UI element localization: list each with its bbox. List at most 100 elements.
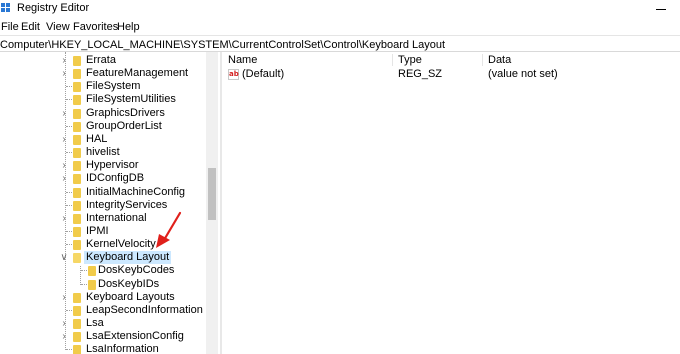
tree-item[interactable]: FileSystem bbox=[0, 80, 206, 93]
tree-item-label[interactable]: InitialMachineConfig bbox=[86, 186, 185, 199]
folder-icon bbox=[73, 82, 81, 93]
string-value-icon: ab bbox=[228, 69, 239, 80]
tree-item-label[interactable]: LsaExtensionConfig bbox=[86, 330, 184, 343]
tree-item-label[interactable]: FeatureManagement bbox=[86, 67, 188, 80]
column-header-type[interactable]: Type bbox=[398, 54, 422, 66]
address-path[interactable]: Computer\HKEY_LOCAL_MACHINE\SYSTEM\Curre… bbox=[0, 39, 445, 51]
tree-item[interactable]: LeapSecondInformation bbox=[0, 304, 206, 317]
tree-item-label[interactable]: Keyboard Layouts bbox=[86, 291, 175, 304]
menu-favorites[interactable]: Favorites bbox=[73, 21, 118, 33]
tree-item[interactable]: › Keyboard Layouts bbox=[0, 291, 206, 304]
tree-guide-line bbox=[81, 283, 87, 285]
tree-item-label[interactable]: IPMI bbox=[86, 225, 109, 238]
folder-icon bbox=[73, 213, 81, 224]
tree-item-label[interactable]: Errata bbox=[86, 54, 116, 67]
folder-icon bbox=[73, 148, 81, 159]
value-row[interactable]: ab (Default) REG_SZ (value not set) bbox=[222, 68, 680, 81]
chevron-right-icon[interactable]: › bbox=[59, 159, 69, 172]
tree-item-label[interactable]: Keyboard Layout bbox=[84, 251, 172, 265]
column-header-name[interactable]: Name bbox=[228, 54, 257, 66]
folder-icon bbox=[88, 266, 96, 277]
tree-guide-line bbox=[66, 230, 72, 232]
tree-item-label[interactable]: LsaInformation bbox=[86, 343, 159, 354]
tree-item-label[interactable]: hivelist bbox=[86, 146, 120, 159]
tree-guide-line bbox=[81, 270, 87, 272]
tree-guide-line bbox=[66, 349, 72, 351]
tree-item[interactable]: › Hypervisor bbox=[0, 159, 206, 172]
folder-icon bbox=[73, 95, 81, 106]
minimize-button[interactable] bbox=[656, 9, 666, 10]
window-title: Registry Editor bbox=[17, 2, 90, 14]
menu-bar: File Edit View Favorites Help bbox=[0, 18, 680, 35]
tree-scrollbar[interactable] bbox=[206, 52, 218, 354]
column-divider[interactable] bbox=[482, 54, 483, 66]
tree-item[interactable]: ∨ Keyboard Layout bbox=[0, 251, 206, 265]
tree-item-label[interactable]: KernelVelocity bbox=[86, 238, 156, 251]
tree-item-label[interactable]: Hypervisor bbox=[86, 159, 139, 172]
tree-guide-line bbox=[66, 86, 72, 88]
menu-file[interactable]: File bbox=[1, 21, 19, 33]
folder-icon bbox=[73, 240, 81, 251]
menu-edit[interactable]: Edit bbox=[21, 21, 40, 33]
value-data: (value not set) bbox=[488, 68, 558, 80]
value-type: REG_SZ bbox=[398, 68, 443, 80]
tree-item[interactable]: FileSystemUtilities bbox=[0, 93, 206, 106]
chevron-right-icon[interactable]: › bbox=[59, 67, 69, 80]
tree-item[interactable]: DosKeybIDs bbox=[0, 278, 206, 291]
tree-item[interactable]: hivelist bbox=[0, 146, 206, 159]
tree-item[interactable]: LsaInformation bbox=[0, 343, 206, 354]
address-bar[interactable]: Computer\HKEY_LOCAL_MACHINE\SYSTEM\Curre… bbox=[0, 35, 680, 52]
chevron-right-icon[interactable]: › bbox=[59, 212, 69, 225]
tree-item-label[interactable]: Lsa bbox=[86, 317, 104, 330]
tree-item-label[interactable]: DosKeybIDs bbox=[98, 278, 159, 291]
tree-guide-line bbox=[66, 99, 72, 101]
chevron-right-icon[interactable]: › bbox=[59, 291, 69, 304]
tree-item-label[interactable]: FileSystemUtilities bbox=[86, 93, 176, 106]
tree-item[interactable]: GroupOrderList bbox=[0, 120, 206, 133]
annotation-arrow-icon bbox=[156, 211, 182, 248]
tree-item[interactable]: DosKeybCodes bbox=[0, 264, 206, 277]
folder-icon bbox=[73, 187, 81, 198]
chevron-right-icon[interactable]: › bbox=[59, 107, 69, 120]
column-header-data[interactable]: Data bbox=[488, 54, 511, 66]
tree-item[interactable]: InitialMachineConfig bbox=[0, 186, 206, 199]
chevron-right-icon[interactable]: › bbox=[59, 133, 69, 146]
tree-guide-line bbox=[66, 191, 72, 193]
chevron-right-icon[interactable]: › bbox=[59, 172, 69, 185]
folder-icon bbox=[73, 134, 81, 145]
tree-item-label[interactable]: IDConfigDB bbox=[86, 172, 144, 185]
folder-icon bbox=[73, 253, 81, 264]
tree-item-label[interactable]: GraphicsDrivers bbox=[86, 107, 165, 120]
registry-editor-icon bbox=[1, 3, 12, 14]
menu-view[interactable]: View bbox=[46, 21, 70, 33]
folder-icon bbox=[73, 345, 81, 354]
tree-guide-line bbox=[66, 125, 72, 127]
scrollbar-thumb[interactable] bbox=[208, 168, 216, 220]
registry-key-tree[interactable]: › Errata › FeatureManagement FileSystem FileS… bbox=[0, 52, 206, 354]
tree-item-label[interactable]: HAL bbox=[86, 133, 107, 146]
tree-item-label[interactable]: GroupOrderList bbox=[86, 120, 162, 133]
tree-item[interactable]: › HAL bbox=[0, 133, 206, 146]
folder-icon bbox=[73, 69, 81, 80]
tree-item[interactable]: › LsaExtensionConfig bbox=[0, 330, 206, 343]
tree-item[interactable]: › FeatureManagement bbox=[0, 67, 206, 80]
menu-help[interactable]: Help bbox=[117, 21, 140, 33]
folder-icon bbox=[73, 305, 81, 316]
folder-icon bbox=[73, 226, 81, 237]
values-list[interactable]: Name Type Data ab (Default) REG_SZ (valu… bbox=[222, 52, 680, 354]
tree-item-label[interactable]: LeapSecondInformation bbox=[86, 304, 203, 317]
chevron-right-icon[interactable]: › bbox=[59, 317, 69, 330]
tree-item-label[interactable]: International bbox=[86, 212, 147, 225]
tree-item[interactable]: › IDConfigDB bbox=[0, 172, 206, 185]
chevron-right-icon[interactable]: › bbox=[59, 54, 69, 67]
tree-guide-line bbox=[66, 244, 72, 246]
tree-item-label[interactable]: DosKeybCodes bbox=[98, 264, 174, 277]
chevron-right-icon[interactable]: › bbox=[59, 330, 69, 343]
tree-item[interactable]: › Errata bbox=[0, 54, 206, 67]
column-divider[interactable] bbox=[392, 54, 393, 66]
tree-item-label[interactable]: FileSystem bbox=[86, 80, 140, 93]
tree-item[interactable]: › GraphicsDrivers bbox=[0, 107, 206, 120]
folder-icon bbox=[73, 319, 81, 329]
chevron-down-icon[interactable]: ∨ bbox=[59, 251, 69, 264]
tree-item[interactable]: › Lsa bbox=[0, 317, 206, 330]
